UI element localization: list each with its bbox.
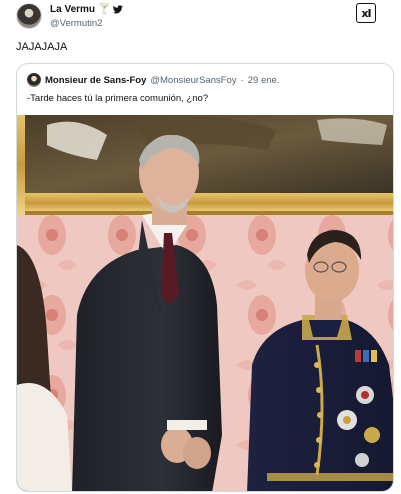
bird-icon [113,5,124,14]
grok-button[interactable]: xI [356,3,376,23]
author-display-name[interactable]: La Vermu [50,4,95,15]
quoted-tweet-text: -Tarde haces tú la primera comunión, ¿no… [27,93,209,104]
quoted-author-handle: @MonsieurSansFoy [150,74,237,86]
quoted-tweet-photo[interactable] [17,115,393,491]
photo-illustration [17,115,393,491]
quoted-tweet-date: 29 ene. [247,74,280,86]
tweet-header: La Vermu 🍸 @Vermutin2 [16,3,386,33]
author-name-row: La Vermu 🍸 [50,3,124,15]
avatar[interactable] [16,3,42,29]
quoted-tweet-card[interactable]: Monsieur de Sans-Foy @MonsieurSansFoy · … [16,63,394,492]
separator-dot: · [240,74,244,86]
tweet-text: JAJAJAJA [16,41,68,53]
author-handle[interactable]: @Vermutin2 [50,18,102,29]
quoted-author-display-name: Monsieur de Sans-Foy [45,74,147,86]
cocktail-icon: 🍸 [98,3,111,15]
avatar [27,73,41,87]
quoted-tweet-header: Monsieur de Sans-Foy @MonsieurSansFoy · … [27,72,279,88]
